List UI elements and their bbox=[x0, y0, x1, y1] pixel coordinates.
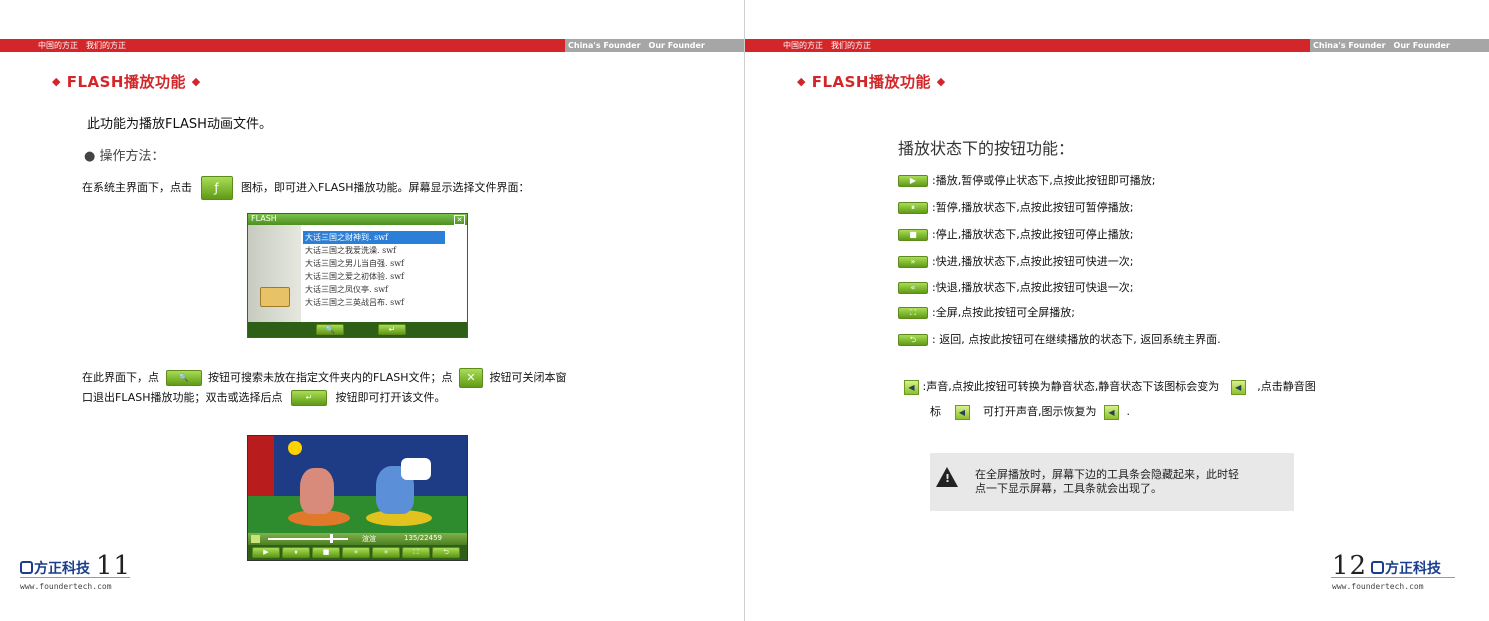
list-item: ⮌: 返回, 点按此按钮可在继续播放的状态下, 返回系统主界面. bbox=[898, 331, 1221, 347]
mute-icon: ◀ bbox=[954, 404, 970, 420]
enter-icon: ↵ bbox=[378, 324, 406, 335]
founder-logo-icon bbox=[20, 561, 33, 574]
player-screenshot: 渲渲 135/22459 ▶ ⏸ ■ « » ⛶ ⮌ bbox=[247, 435, 468, 561]
header-band: 中国的方正 我们的方正 China's Founder Our Founder bbox=[0, 39, 744, 52]
enter-icon: ↵ bbox=[291, 390, 327, 406]
sound-line1: ◀ :声音,点按此按钮可转换为静音状态,静音状态下该图标会变为 ◀ ,点击静音图 bbox=[904, 378, 1316, 395]
header-slogan-cn: 中国的方正 我们的方正 bbox=[783, 41, 871, 50]
diamond-icon: ◆ bbox=[797, 75, 806, 88]
progress-slider bbox=[268, 538, 348, 540]
header-band: 中国的方正 我们的方正 China's Founder Our Founder bbox=[745, 39, 1489, 52]
rewind-icon: « bbox=[898, 282, 928, 294]
time-label: 135/22459 bbox=[404, 534, 442, 542]
dialog-title: FLASH bbox=[251, 214, 277, 223]
list-item: ▶:播放,暂停或停止状态下,点按此按钮即可播放; bbox=[898, 172, 1155, 188]
intro-text: 此功能为播放FLASH动画文件。 bbox=[87, 117, 272, 132]
close-icon: ✕ bbox=[459, 368, 483, 388]
diamond-icon: ◆ bbox=[52, 75, 61, 88]
list-item: 大话三国之三英战吕布. swf bbox=[305, 298, 404, 307]
list-item: 大话三国之我爱洗澡. swf bbox=[305, 246, 396, 255]
stop-icon: ■ bbox=[898, 229, 928, 241]
warning-icon bbox=[936, 467, 958, 487]
return-icon: ⮌ bbox=[898, 334, 928, 346]
list-item: 大话三国之爱之初体验. swf bbox=[305, 272, 404, 281]
list-item: ⛶:全屏,点按此按钮可全屏播放; bbox=[898, 304, 1075, 320]
header-slogan-en: China's Founder Our Founder bbox=[1313, 41, 1450, 50]
speaker-icon: ◀ bbox=[1104, 404, 1119, 420]
mute-icon: ◀ bbox=[1230, 379, 1246, 395]
founder-logo-icon bbox=[1371, 561, 1384, 574]
pause-icon: ⏸ bbox=[282, 547, 310, 558]
file-dialog-screenshot: FLASH ✕ 大话三国之财神到. swf 大话三国之我爱洗澡. swf 大话三… bbox=[247, 213, 468, 338]
right-page: 中国的方正 我们的方正 China's Founder Our Founder … bbox=[745, 0, 1489, 621]
diamond-icon: ◆ bbox=[936, 75, 946, 88]
step2-line2: 口退出FLASH播放功能；双击或选择后点 ↵ 按钮即可打开该文件。 bbox=[82, 390, 446, 406]
website-url: www.foundertech.com bbox=[1332, 582, 1424, 591]
flash-app-icon: ƒ bbox=[200, 176, 233, 200]
file-list: 大话三国之财神到. swf 大话三国之我爱洗澡. swf 大话三国之男儿当自强.… bbox=[303, 231, 445, 309]
search-icon: 🔍 bbox=[165, 370, 202, 386]
pause-icon: ⏸ bbox=[898, 202, 928, 214]
list-item: ⏸:暂停,播放状态下,点按此按钮可暂停播放; bbox=[898, 199, 1133, 215]
fast-forward-icon: » bbox=[372, 547, 400, 558]
list-item: ■:停止,播放状态下,点按此按钮可停止播放; bbox=[898, 226, 1133, 242]
section-title: ◆ FLASH播放功能 ◆ bbox=[797, 73, 946, 91]
stop-icon: ■ bbox=[312, 547, 340, 558]
step2-line1: 在此界面下，点 🔍 按钮可搜索未放在指定文件夹内的FLASH文件；点 ✕ 按钮可… bbox=[82, 368, 567, 388]
list-item: 大话三国之凤仪亭. swf bbox=[305, 285, 388, 294]
list-item: »:快进,播放状态下,点按此按钮可快进一次; bbox=[898, 253, 1133, 269]
return-icon: ⮌ bbox=[432, 547, 460, 558]
list-item: «:快退,播放状态下,点按此按钮可快退一次; bbox=[898, 279, 1133, 295]
play-icon: ▶ bbox=[898, 175, 928, 187]
method-label: ● 操作方法： bbox=[84, 149, 165, 164]
fullscreen-icon: ⛶ bbox=[402, 547, 430, 558]
mode-label: 渲渲 bbox=[362, 535, 376, 543]
section-title: ◆ FLASH播放功能 ◆ bbox=[52, 73, 201, 91]
tip-box: 在全屏播放时，屏幕下边的工具条会隐藏起来，此时轻 点一下显示屏幕，工具条就会出现… bbox=[930, 453, 1294, 511]
rewind-icon: « bbox=[342, 547, 370, 558]
step1-text: 在系统主界面下，点击 ƒ 图标，即可进入FLASH播放功能。屏幕显示选择文件界面… bbox=[82, 176, 530, 200]
fast-forward-icon: » bbox=[898, 256, 928, 268]
founder-logo: 方正科技 bbox=[20, 558, 90, 578]
left-page: 中国的方正 我们的方正 China's Founder Our Founder … bbox=[0, 0, 744, 621]
folder-icon bbox=[260, 287, 290, 307]
sound-line2: 标 ◀ 可打开声音,图示恢复为 ◀ . bbox=[930, 404, 1130, 420]
subtitle: 播放状态下的按钮功能： bbox=[898, 139, 1075, 158]
search-icon: 🔍 bbox=[316, 324, 344, 335]
speaker-icon: ◀ bbox=[904, 379, 919, 395]
header-slogan-cn: 中国的方正 我们的方正 bbox=[38, 41, 126, 50]
header-slogan-en: China's Founder Our Founder bbox=[568, 41, 705, 50]
close-icon: ✕ bbox=[454, 215, 465, 225]
volume-icon bbox=[251, 535, 260, 543]
diamond-icon: ◆ bbox=[191, 75, 201, 88]
website-url: www.foundertech.com bbox=[20, 582, 112, 591]
progress-knob bbox=[330, 534, 333, 543]
play-icon: ▶ bbox=[252, 547, 280, 558]
fullscreen-icon: ⛶ bbox=[898, 307, 928, 319]
list-item: 大话三国之男儿当自强. swf bbox=[305, 259, 404, 268]
tip-text: 在全屏播放时，屏幕下边的工具条会隐藏起来，此时轻 点一下显示屏幕，工具条就会出现… bbox=[975, 468, 1239, 495]
list-item: 大话三国之财神到. swf bbox=[303, 231, 445, 244]
founder-logo: 方正科技 bbox=[1371, 558, 1441, 578]
